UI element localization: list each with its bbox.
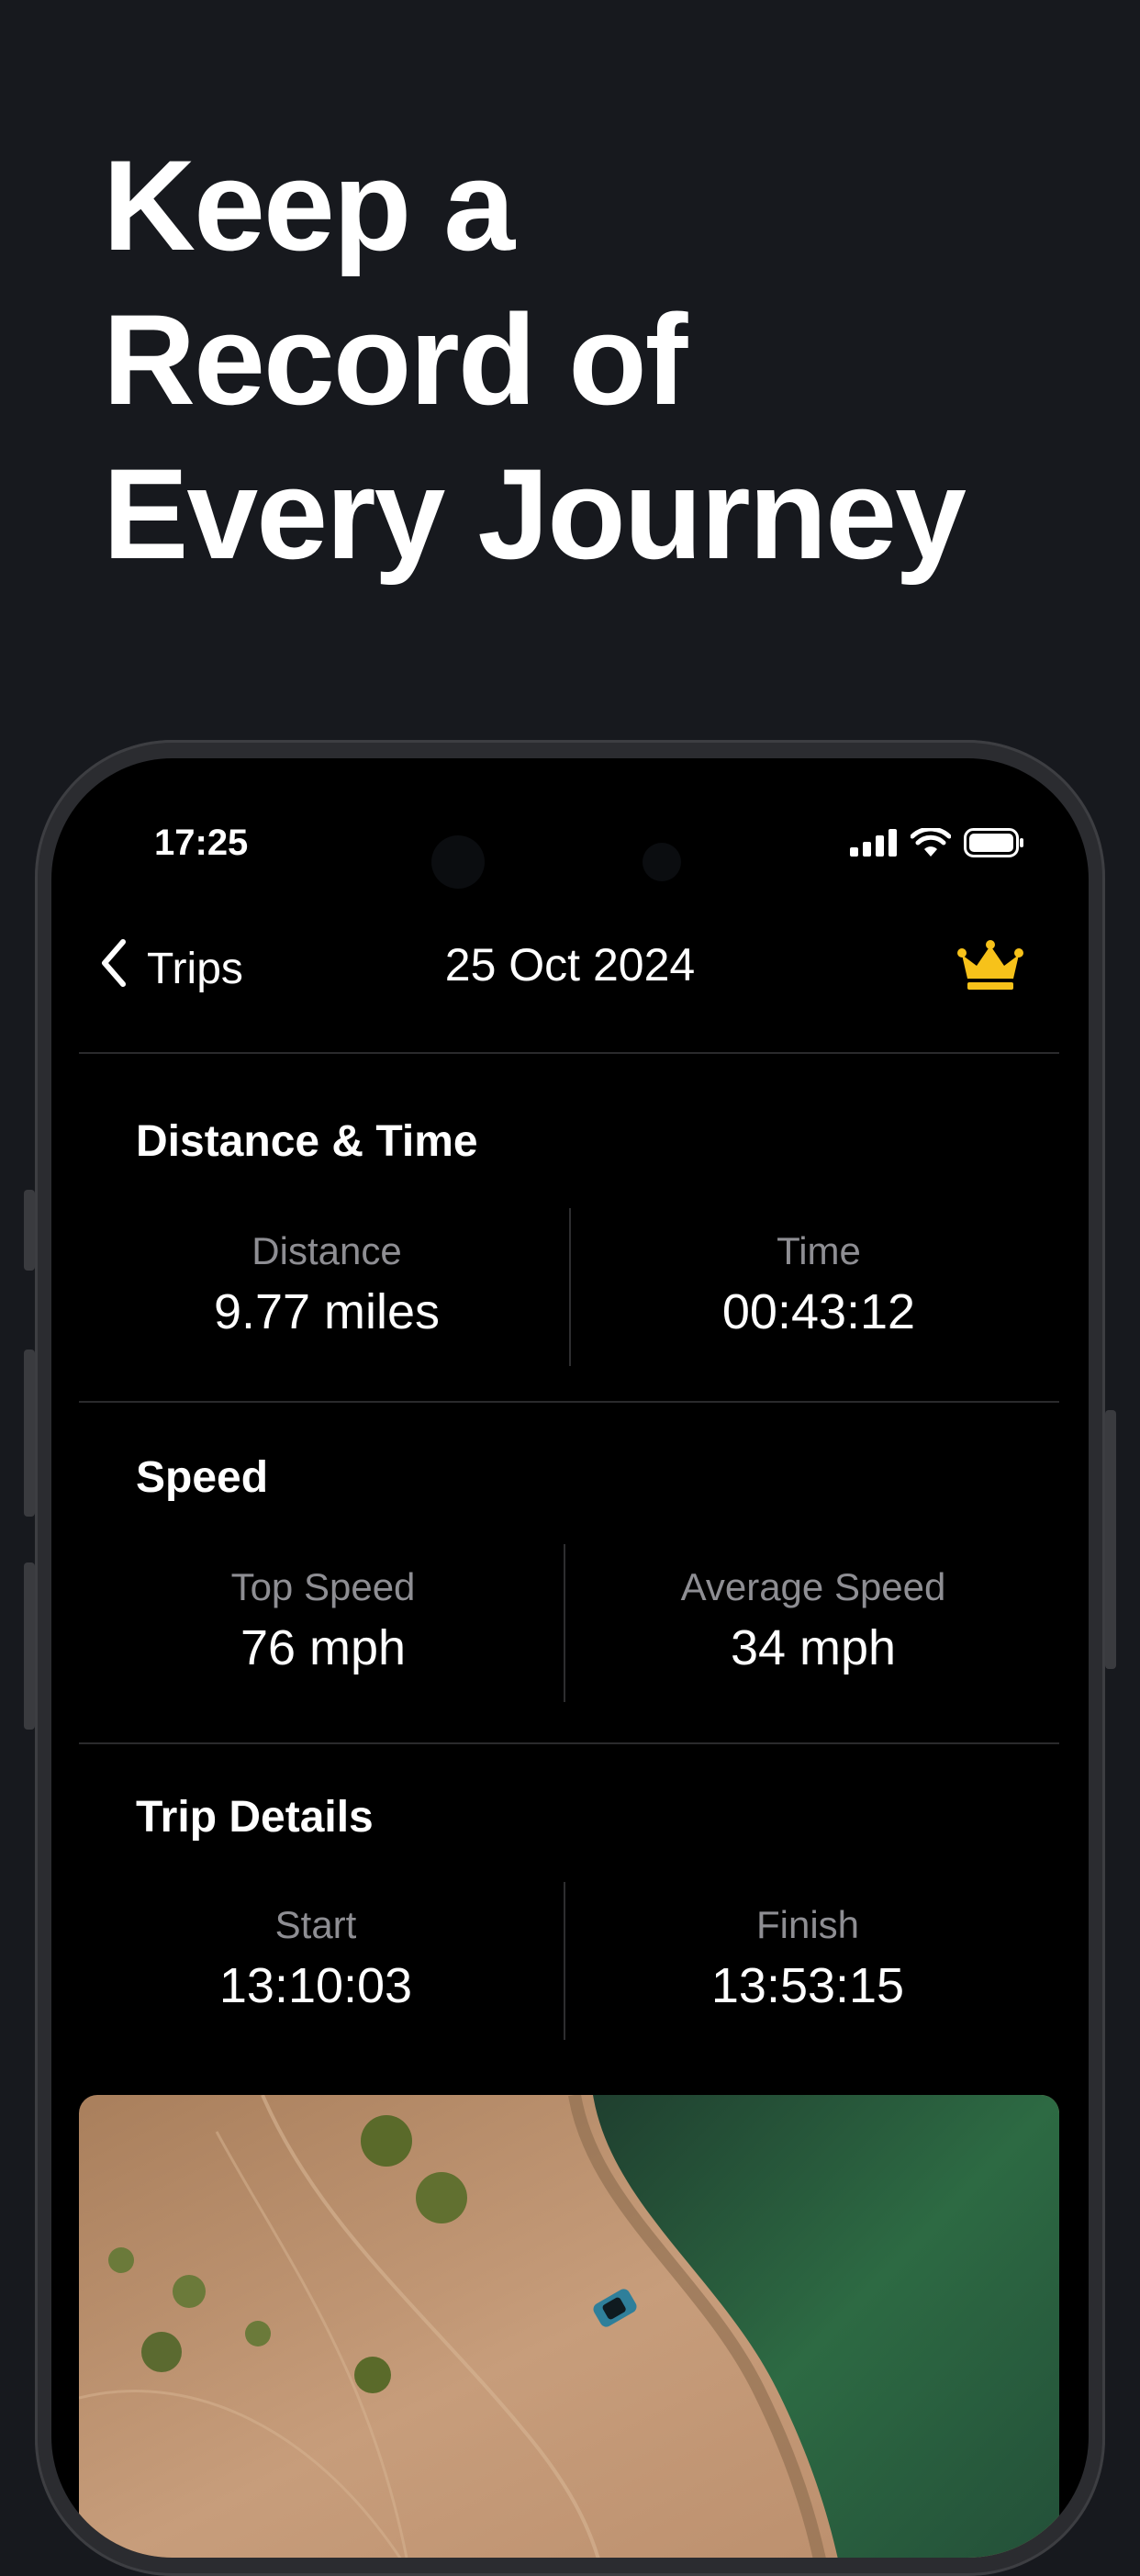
status-time: 17:25 — [154, 823, 249, 863]
volume-down-button — [24, 1562, 35, 1730]
stat-value: 9.77 miles — [213, 1284, 441, 1339]
divider — [79, 1742, 1059, 1744]
battery-icon — [964, 828, 1024, 862]
stat-label: Average Speed — [680, 1565, 946, 1608]
stat-label: Finish — [755, 1903, 860, 1946]
nav-title: 25 Oct 2024 — [444, 939, 696, 991]
marketing-headline: Keep a Record of Every Journey — [103, 129, 967, 591]
headline-line-3: Every Journey — [103, 442, 967, 586]
stat-label: Start — [274, 1903, 357, 1946]
volume-up-button — [24, 1350, 35, 1517]
stat-top-speed: Top Speed 76 mph — [94, 1564, 553, 1680]
stat-value: 13:53:15 — [710, 1958, 905, 2013]
vertical-separator — [564, 1882, 565, 2040]
stat-label: Top Speed — [230, 1565, 416, 1608]
power-button — [1105, 1410, 1116, 1669]
signal-icon — [850, 829, 898, 861]
trip-photo — [79, 2095, 1059, 2558]
headline-line-1: Keep a — [103, 133, 515, 277]
divider — [79, 1052, 1059, 1054]
section-title-trip-details: Trip Details — [136, 1793, 374, 1842]
phone-screen: 17:25 Trips 25 Oct 2024 Distance & Time … — [51, 758, 1089, 2558]
vertical-separator — [564, 1544, 565, 1702]
stat-time: Time 00:43:12 — [589, 1228, 1048, 1344]
front-camera — [431, 835, 485, 889]
vertical-separator — [569, 1208, 571, 1366]
stat-average-speed: Average Speed 34 mph — [584, 1564, 1043, 1680]
stat-label: Time — [777, 1229, 861, 1272]
stat-value: 76 mph — [240, 1620, 407, 1675]
status-icons — [850, 826, 1024, 862]
wifi-icon — [910, 826, 952, 862]
divider — [79, 1401, 1059, 1403]
stat-label: Distance — [251, 1229, 402, 1272]
stat-value: 13:10:03 — [218, 1958, 413, 2013]
section-title-distance-time: Distance & Time — [136, 1117, 478, 1166]
sensor-dot — [643, 843, 681, 881]
crown-icon[interactable] — [956, 938, 1024, 996]
headline-line-2: Record of — [103, 287, 687, 431]
section-title-speed: Speed — [136, 1453, 269, 1502]
stat-distance: Distance 9.77 miles — [97, 1228, 556, 1344]
mute-switch — [24, 1190, 35, 1271]
stat-finish: Finish 13:53:15 — [578, 1902, 1037, 2018]
stat-value: 34 mph — [730, 1620, 897, 1675]
stat-start: Start 13:10:03 — [86, 1902, 545, 2018]
stat-value: 00:43:12 — [721, 1284, 916, 1339]
